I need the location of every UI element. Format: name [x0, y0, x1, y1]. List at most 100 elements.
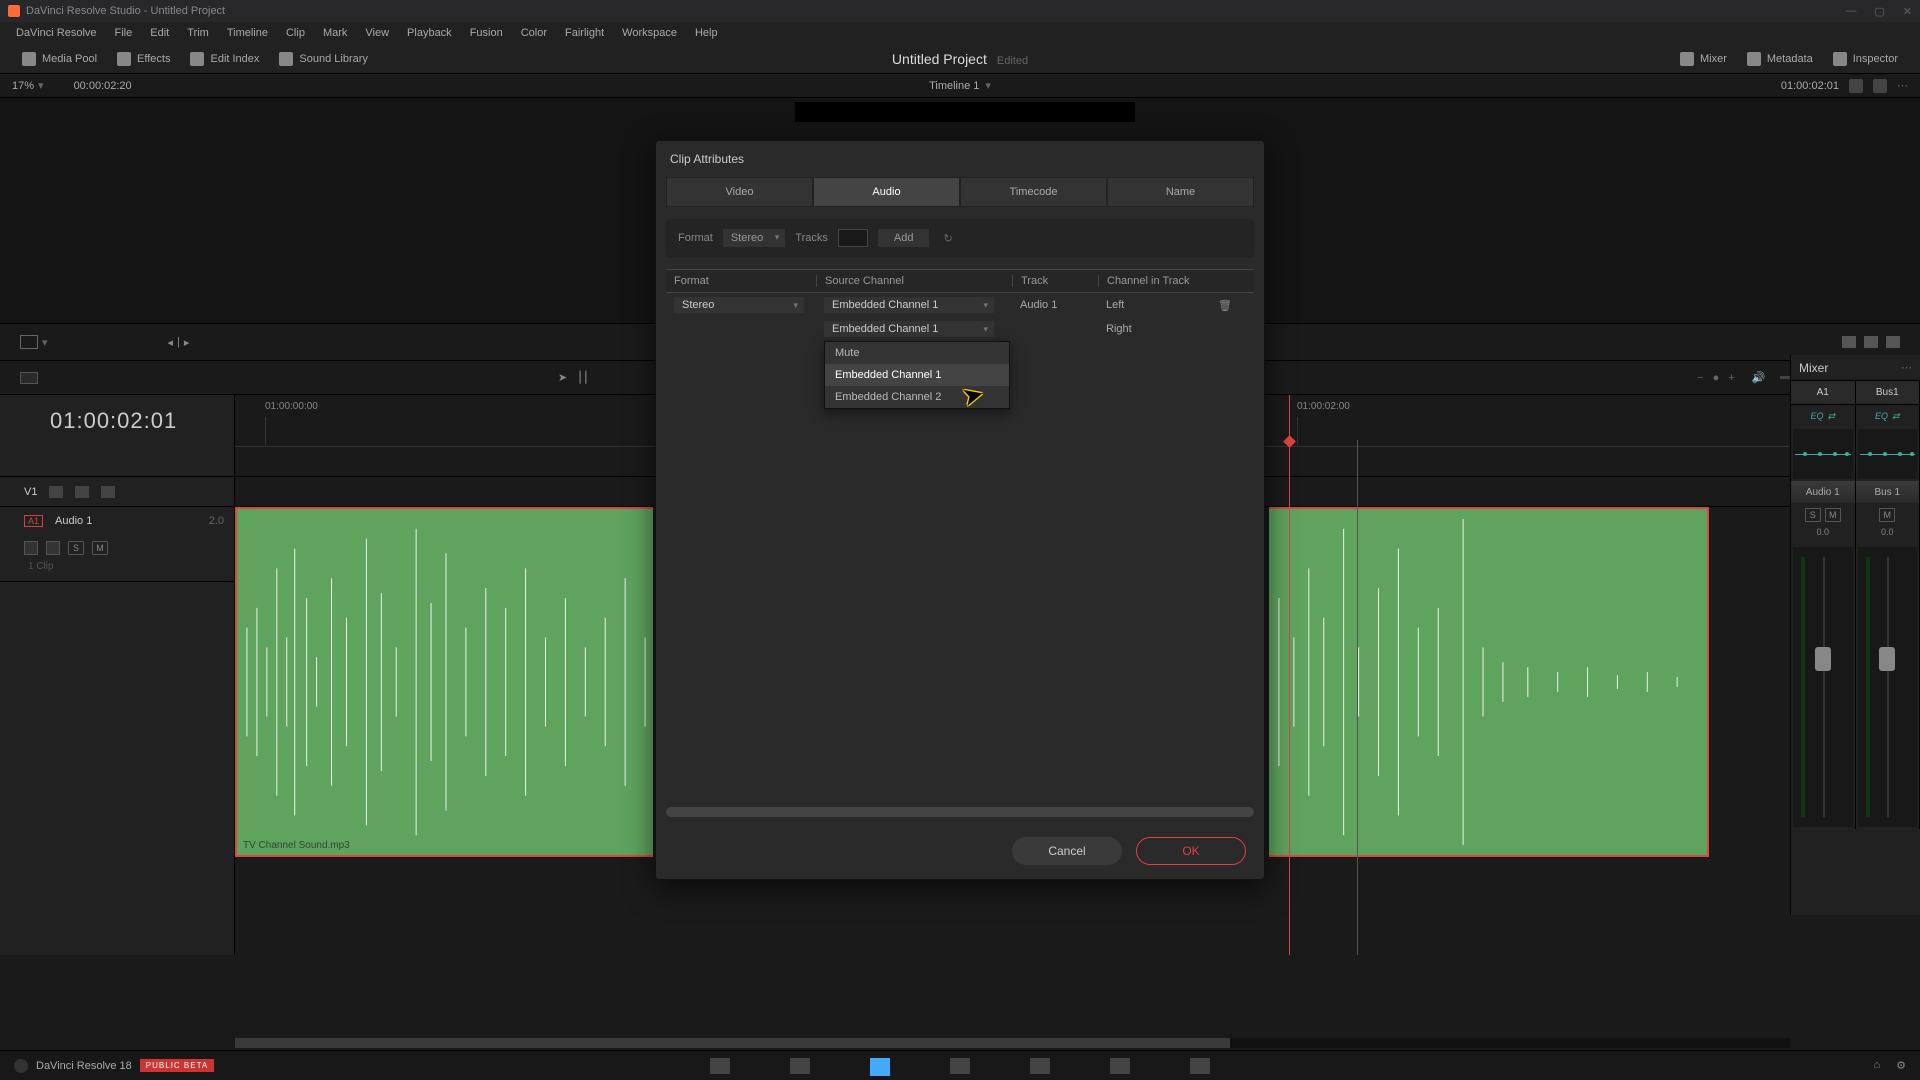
- tab-name[interactable]: Name: [1107, 177, 1254, 207]
- solo-button[interactable]: S: [1805, 508, 1821, 522]
- fader[interactable]: [1858, 547, 1918, 827]
- fusion-page-icon[interactable]: [950, 1058, 970, 1074]
- next-edit-icon[interactable]: ▸: [184, 336, 190, 349]
- chevron-down-icon[interactable]: ▾: [42, 336, 48, 349]
- tracks-input[interactable]: [838, 229, 868, 247]
- format-select[interactable]: Stereo: [723, 229, 785, 247]
- mixer-strip-a1: A1 EQ⇄ Audio 1 SM 0.0: [1791, 381, 1856, 829]
- clip-label: TV Channel Sound.mp3: [243, 840, 350, 851]
- minimize-icon[interactable]: —: [1845, 5, 1856, 18]
- menu-view[interactable]: View: [357, 25, 397, 41]
- eq-graph[interactable]: [1858, 429, 1918, 479]
- mixer-button[interactable]: Mixer: [1670, 48, 1737, 70]
- loop-icon[interactable]: [1849, 79, 1863, 93]
- menu-fusion[interactable]: Fusion: [462, 25, 511, 41]
- track-toggle-icon[interactable]: [75, 486, 89, 498]
- media-page-icon[interactable]: [710, 1058, 730, 1074]
- menu-playback[interactable]: Playback: [399, 25, 460, 41]
- options-icon[interactable]: ⋯: [1897, 79, 1908, 92]
- playhead[interactable]: [1289, 395, 1290, 955]
- match-frame-icon[interactable]: [1842, 336, 1856, 348]
- solo-button[interactable]: S: [68, 541, 84, 555]
- last-clip-icon[interactable]: [1886, 336, 1900, 348]
- ruler-line: [265, 417, 266, 446]
- reset-icon[interactable]: ↻: [943, 232, 952, 245]
- menu-trim[interactable]: Trim: [179, 25, 217, 41]
- lock-icon[interactable]: [49, 486, 63, 498]
- fader-knob[interactable]: [1815, 647, 1831, 671]
- menu-color[interactable]: Color: [513, 25, 555, 41]
- gear-icon[interactable]: ⚙: [1896, 1059, 1906, 1072]
- cancel-button[interactable]: Cancel: [1012, 837, 1122, 865]
- audio-track-header[interactable]: A1 Audio 1 2.0 S M 1 Clip: [0, 507, 234, 582]
- menu-mark[interactable]: Mark: [315, 25, 355, 41]
- menu-timeline[interactable]: Timeline: [219, 25, 276, 41]
- edit-page-icon[interactable]: [870, 1058, 890, 1074]
- eq-label[interactable]: EQ⇄: [1856, 405, 1920, 427]
- fairlight-page-icon[interactable]: [1110, 1058, 1130, 1074]
- source-channel-select[interactable]: Embedded Channel 1: [824, 321, 994, 337]
- menu-fairlight[interactable]: Fairlight: [557, 25, 612, 41]
- selection-mode-icon[interactable]: [20, 335, 38, 349]
- zoom-in-icon[interactable]: +: [1728, 372, 1734, 384]
- eq-graph[interactable]: [1793, 429, 1853, 479]
- zoom-percent[interactable]: 17%: [12, 80, 34, 92]
- lock-icon[interactable]: [24, 541, 38, 555]
- menu-davinci[interactable]: DaVinci Resolve: [8, 25, 105, 41]
- cut-page-icon[interactable]: [790, 1058, 810, 1074]
- prev-edit-icon[interactable]: ◂: [168, 336, 174, 349]
- tab-audio[interactable]: Audio: [813, 177, 960, 207]
- color-page-icon[interactable]: [1030, 1058, 1050, 1074]
- home-icon[interactable]: ⌂: [1873, 1059, 1880, 1072]
- dropdown-option-mute[interactable]: Mute: [825, 342, 1009, 364]
- dropdown-option-ec1[interactable]: Embedded Channel 1: [825, 364, 1009, 386]
- mute-button[interactable]: M: [92, 541, 108, 555]
- add-button[interactable]: Add: [878, 229, 930, 247]
- mute-button[interactable]: M: [1879, 508, 1895, 522]
- a1-badge[interactable]: A1: [24, 515, 43, 527]
- close-icon[interactable]: ✕: [1903, 5, 1912, 18]
- effects-button[interactable]: Effects: [107, 48, 180, 70]
- single-viewer-icon[interactable]: [1873, 79, 1887, 93]
- selection-tool-icon[interactable]: ➤: [558, 371, 567, 384]
- chevron-down-icon[interactable]: ▾: [38, 79, 44, 92]
- next-clip-icon[interactable]: [1864, 336, 1878, 348]
- blade-tool-icon[interactable]: ⎮⎮: [577, 371, 588, 384]
- timeline-selector[interactable]: Timeline 1▾: [929, 79, 991, 92]
- dialog-scrollbar[interactable]: [666, 807, 1254, 817]
- menu-help[interactable]: Help: [687, 25, 726, 41]
- menu-edit[interactable]: Edit: [142, 25, 177, 41]
- sound-library-button[interactable]: Sound Library: [269, 48, 378, 70]
- eq-label[interactable]: EQ⇄: [1791, 405, 1855, 427]
- format-select[interactable]: Stereo: [674, 297, 804, 313]
- maximize-icon[interactable]: ▢: [1874, 5, 1884, 18]
- speaker-icon[interactable]: 🔊: [1752, 371, 1766, 384]
- tab-timecode[interactable]: Timecode: [960, 177, 1107, 207]
- auto-select-icon[interactable]: [46, 541, 60, 555]
- menu-clip[interactable]: Clip: [278, 25, 313, 41]
- menu-workspace[interactable]: Workspace: [614, 25, 685, 41]
- app-name: DaVinci Resolve 18: [36, 1060, 132, 1072]
- fader[interactable]: [1793, 547, 1853, 827]
- edit-index-button[interactable]: Edit Index: [180, 48, 269, 70]
- audio-clip[interactable]: [1269, 507, 1709, 857]
- source-channel-select[interactable]: Embedded Channel 1: [824, 297, 994, 313]
- metadata-button[interactable]: Metadata: [1737, 48, 1823, 70]
- media-pool-button[interactable]: Media Pool: [12, 48, 107, 70]
- delete-icon[interactable]: 🗑: [1218, 299, 1238, 312]
- track-toggle-icon[interactable]: [101, 486, 115, 498]
- options-icon[interactable]: ⋯: [1901, 361, 1912, 374]
- fader-knob[interactable]: [1879, 647, 1895, 671]
- video-track-header[interactable]: V1: [0, 477, 234, 507]
- channel-count: 2.0: [209, 515, 224, 527]
- audio-clip[interactable]: TV Channel Sound.mp3: [235, 507, 653, 857]
- tab-video[interactable]: Video: [666, 177, 813, 207]
- deliver-page-icon[interactable]: [1190, 1058, 1210, 1074]
- menu-file[interactable]: File: [107, 25, 141, 41]
- inspector-button[interactable]: Inspector: [1823, 48, 1908, 70]
- timeline-view-icon[interactable]: [20, 372, 38, 384]
- mute-button[interactable]: M: [1825, 508, 1841, 522]
- timeline-scrollbar[interactable]: [235, 1038, 1790, 1048]
- ok-button[interactable]: OK: [1136, 837, 1246, 865]
- zoom-out-icon[interactable]: −: [1697, 372, 1703, 384]
